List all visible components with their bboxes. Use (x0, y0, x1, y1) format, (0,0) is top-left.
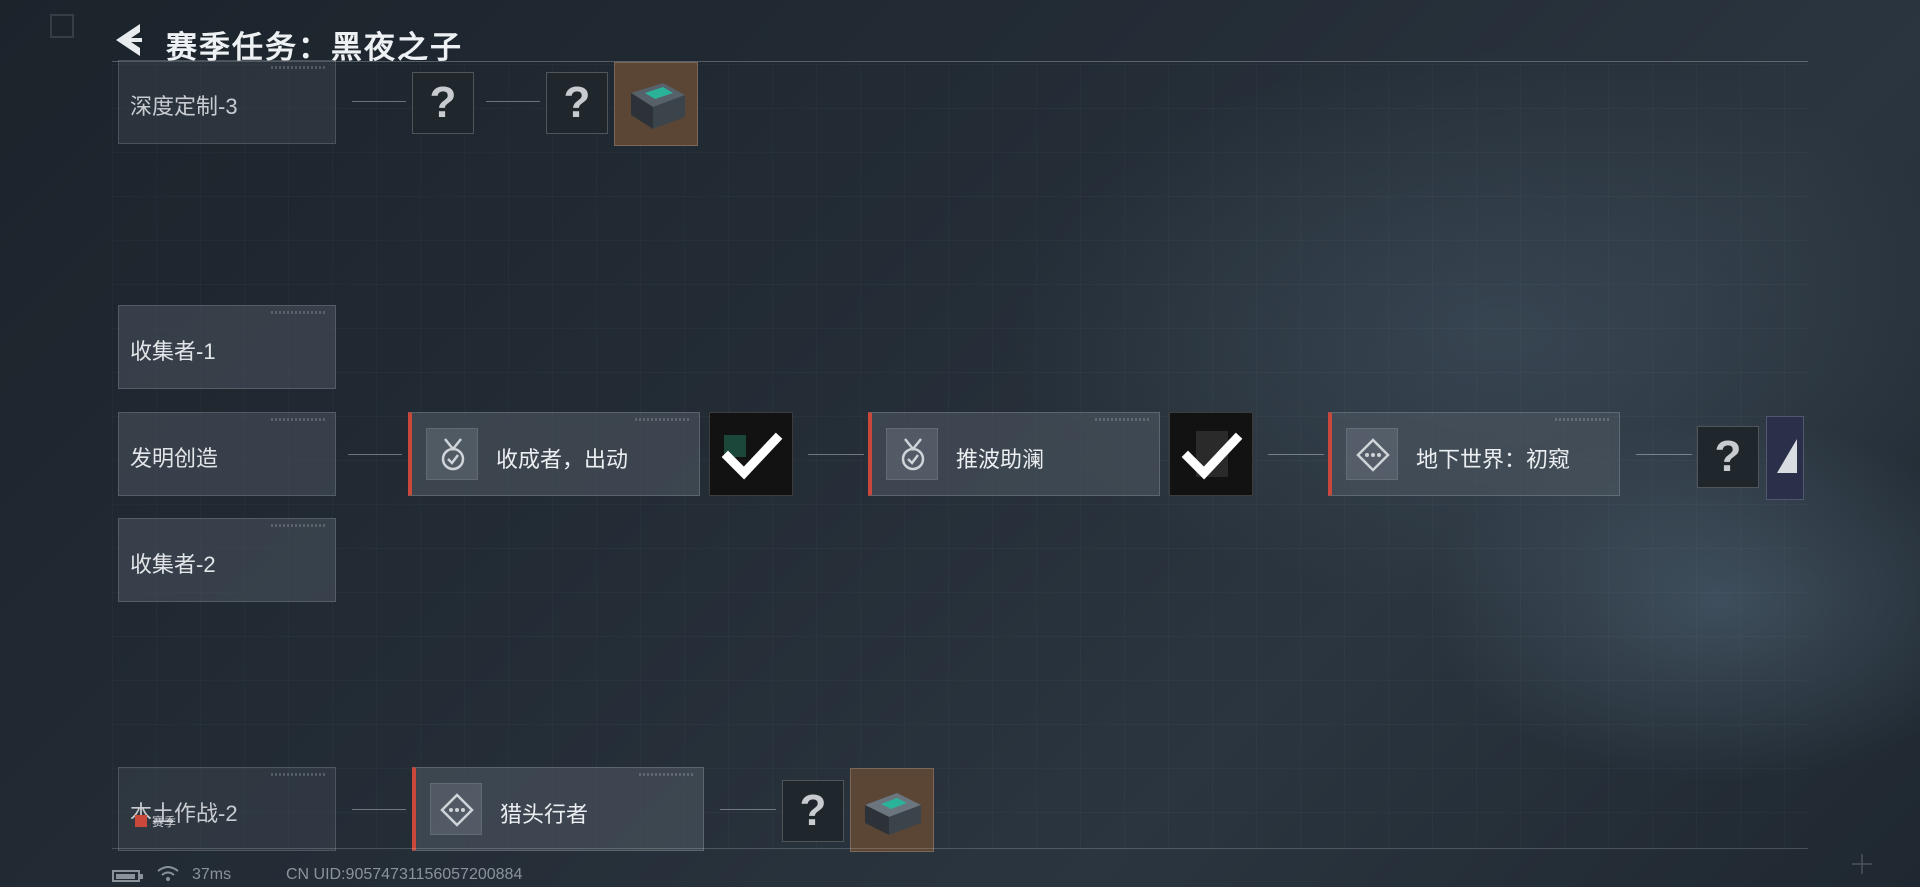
category-label: 深度定制-3 (130, 94, 238, 119)
question-mark-icon: ? (799, 786, 827, 835)
season-badge-icon (135, 815, 147, 827)
unknown-reward-top-2[interactable]: ? (546, 72, 608, 134)
back-button[interactable] (110, 20, 146, 60)
medal-icon (426, 428, 478, 480)
mission-harvester-go[interactable]: 收成者，出动 (408, 412, 700, 496)
question-mark-icon: ? (563, 78, 591, 127)
connector (486, 101, 540, 102)
question-mark-icon: ? (429, 78, 457, 127)
connector (808, 454, 864, 455)
season-tag: 赛季 (152, 815, 177, 829)
battery-icon (112, 870, 143, 882)
checkmark-icon (1181, 431, 1243, 480)
mission-underworld-glimpse[interactable]: 地下世界：初窥 (1328, 412, 1620, 496)
next-item-partial[interactable] (1766, 416, 1804, 500)
unknown-reward-bottom[interactable]: ? (782, 780, 844, 842)
connector (352, 809, 406, 810)
checkmark-icon (721, 432, 783, 480)
mission-fuel-the-fire[interactable]: 推波助澜 (868, 412, 1160, 496)
header-divider (112, 61, 1808, 62)
crate-reward-bottom[interactable] (850, 768, 934, 852)
back-arrow-icon (116, 24, 142, 56)
category-label: 发明创造 (130, 446, 219, 471)
diamond-dots-icon (1346, 428, 1398, 480)
category-collector-1[interactable]: 收集者-1 (118, 305, 336, 389)
ping-text: 37ms (192, 866, 232, 883)
connector (720, 809, 776, 810)
medal-icon (886, 428, 938, 480)
mission-label: 猎头行者 (500, 802, 589, 827)
crate-icon (631, 83, 685, 129)
category-collector-2[interactable]: 收集者-2 (118, 518, 336, 602)
mission-label: 地下世界：初窥 (1416, 447, 1571, 472)
category-label: 收集者-1 (130, 339, 216, 364)
mission-label: 收成者，出动 (496, 447, 629, 472)
mission-label: 推波助澜 (956, 447, 1045, 472)
crate-icon (865, 793, 921, 835)
plus-icon (1852, 854, 1872, 874)
question-mark-icon: ? (1714, 432, 1742, 481)
category-deep-custom-3[interactable]: 深度定制-3 (118, 60, 336, 144)
crate-reward-top[interactable] (614, 62, 698, 146)
emblem-icon (1777, 439, 1797, 473)
unknown-reward-top-1[interactable]: ? (412, 72, 474, 134)
unknown-reward-main[interactable]: ? (1697, 426, 1759, 488)
category-label: 收集者-2 (130, 552, 216, 577)
connector (1636, 454, 1692, 455)
completed-reward-1[interactable] (709, 412, 793, 496)
connector (348, 454, 402, 455)
corner-frame (50, 14, 74, 38)
mission-headhunter[interactable]: 猎头行者 (412, 767, 704, 851)
footer-divider (112, 848, 1808, 849)
connector (352, 101, 406, 102)
uid-text: CN UID:90574731156057200884 (286, 866, 523, 883)
completed-reward-2[interactable] (1169, 412, 1253, 496)
category-invention[interactable]: 发明创造 (118, 412, 336, 496)
diamond-dots-icon (430, 783, 482, 835)
wifi-icon (157, 866, 179, 881)
connector (1268, 454, 1324, 455)
category-home-combat-2[interactable]: 本土作战-2 (118, 767, 336, 851)
